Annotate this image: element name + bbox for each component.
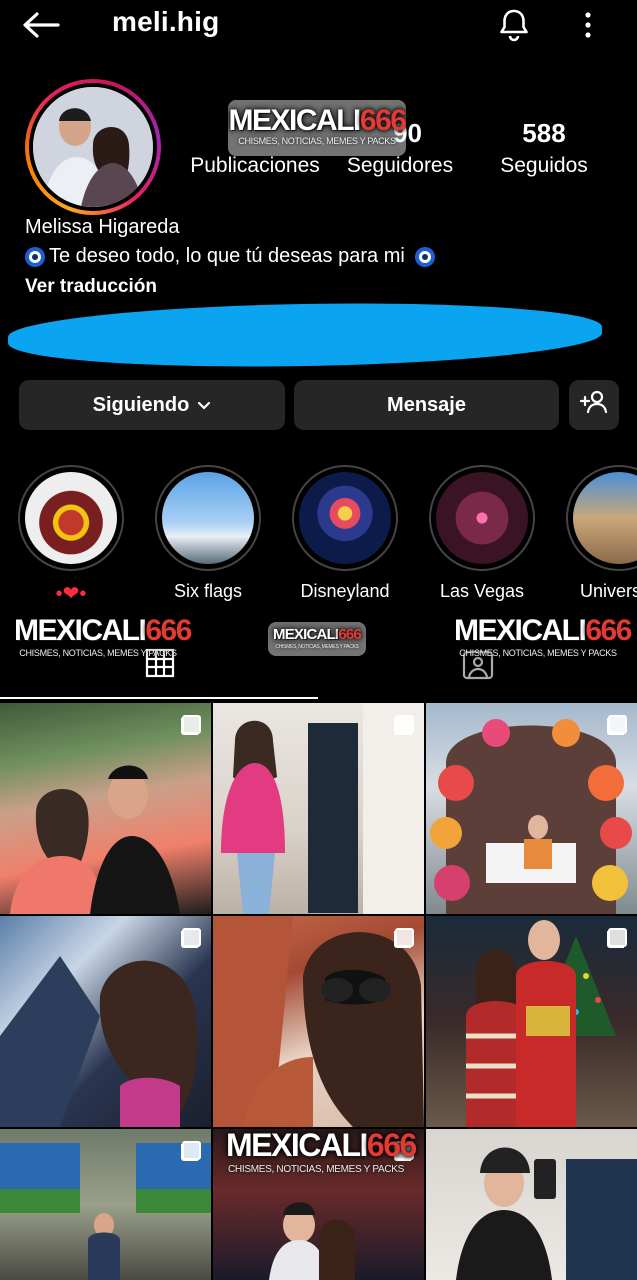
highlight-label: Las Vegas — [439, 581, 525, 601]
message-label: Mensaje — [387, 393, 466, 416]
redaction-scribble — [7, 298, 603, 372]
highlight-label: •❤• — [55, 583, 87, 605]
highlight-cover — [436, 472, 528, 564]
multi-post-icon — [394, 715, 414, 735]
more-icon[interactable] — [574, 8, 602, 42]
post-thumbnail[interactable] — [213, 916, 424, 1127]
multi-post-icon — [181, 715, 201, 735]
highlight-six-flags[interactable]: Six flags — [155, 465, 261, 602]
bio-text: Te deseo todo, lo que tú deseas para mi — [49, 245, 405, 267]
highlight-las-vegas[interactable]: Las Vegas — [429, 465, 535, 602]
highlight-cover — [25, 472, 117, 564]
post-thumbnail[interactable] — [0, 703, 211, 914]
highlight-label: Disneyland — [300, 581, 390, 601]
profile-full-name: Melissa Higareda — [25, 216, 180, 238]
profile-bio: Te deseo todo, lo que tú deseas para mi — [25, 245, 435, 268]
avatar-photo — [33, 87, 153, 207]
add-person-button[interactable] — [569, 380, 619, 430]
back-arrow-icon[interactable] — [22, 8, 66, 42]
watermark-logo: MEXICALI666 CHISMES, NOTICIAS, MEMES Y P… — [454, 614, 632, 658]
watermark-logo: MEXICALI666 CHISMES, NOTICIAS, MEMES Y P… — [226, 1127, 417, 1175]
post-thumbnail[interactable] — [213, 703, 424, 914]
profile-avatar[interactable] — [25, 79, 161, 215]
post-thumbnail[interactable] — [0, 916, 211, 1127]
multi-post-icon — [394, 928, 414, 948]
post-thumbnail[interactable] — [426, 1129, 637, 1280]
stat-posts-label: Publicaciones — [190, 154, 320, 177]
watermark-logo: MEXICALI666 CHISMES, NOTICIAS, MEMES Y P… — [14, 614, 192, 658]
highlight-label: Univers — [580, 581, 637, 601]
bell-icon[interactable] — [494, 6, 534, 44]
multi-post-icon — [607, 928, 627, 948]
multi-post-icon — [607, 715, 627, 735]
nazar-eye-icon — [25, 246, 45, 267]
stat-following-count: 588 — [522, 118, 566, 148]
nazar-eye-icon — [414, 246, 435, 267]
add-person-icon — [579, 390, 608, 420]
watermark-logo: MEXICALI666 CHISMES, NOTICIAS, MEMES Y P… — [228, 100, 407, 156]
see-translation-link[interactable]: Ver traducción — [25, 276, 157, 298]
post-thumbnail[interactable] — [426, 703, 637, 914]
stat-following[interactable]: 588 Seguidos — [494, 118, 594, 178]
following-label: Siguiendo — [92, 393, 190, 416]
active-tab-indicator — [0, 697, 318, 699]
highlight-universal[interactable]: Univers — [566, 465, 637, 602]
post-grid: MEXICALI666 CHISMES, NOTICIAS, MEMES Y P… — [0, 703, 637, 1280]
highlight-cover — [299, 472, 391, 564]
profile-username: meli.hig — [112, 6, 220, 37]
post-thumbnail[interactable] — [426, 916, 637, 1127]
stat-following-label: Seguidos — [500, 154, 588, 177]
top-bar: meli.hig — [0, 0, 637, 50]
highlight-hearts[interactable]: •❤• — [18, 465, 124, 606]
watermark-logo: MEXICALI666 CHISMES, NOTICIAS, MEMES Y P… — [268, 622, 366, 656]
multi-post-icon — [181, 1141, 201, 1161]
highlight-label: Six flags — [173, 581, 243, 601]
post-thumbnail[interactable] — [0, 1129, 211, 1280]
chevron-down-icon — [197, 394, 211, 417]
highlight-cover — [162, 472, 254, 564]
highlight-cover — [573, 472, 637, 564]
multi-post-icon — [181, 928, 201, 948]
stat-followers-label: Seguidores — [346, 154, 454, 177]
following-button[interactable]: Siguiendo — [19, 380, 285, 430]
message-button[interactable]: Mensaje — [294, 380, 559, 430]
highlight-disneyland[interactable]: Disneyland — [292, 465, 398, 602]
